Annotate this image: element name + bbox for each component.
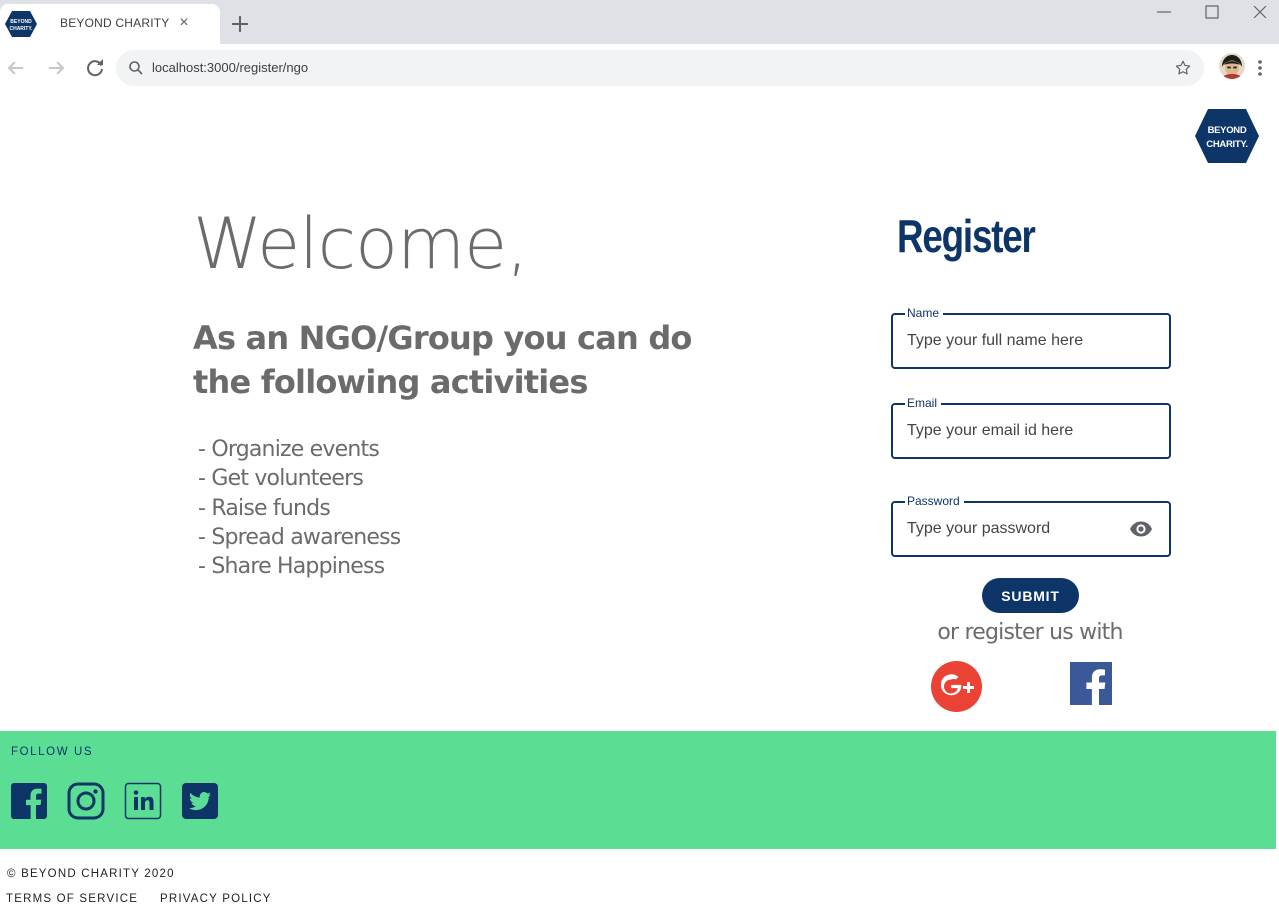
footer-facebook-icon[interactable] bbox=[10, 782, 48, 820]
instagram-icon[interactable] bbox=[67, 782, 105, 820]
reload-icon[interactable] bbox=[84, 57, 106, 79]
logo-line-1: BEYOND bbox=[1208, 125, 1247, 136]
activity-item: - Get volunteers bbox=[198, 466, 364, 492]
activity-item: - Organize events bbox=[198, 437, 380, 462]
star-icon[interactable] bbox=[1174, 59, 1192, 77]
name-label: Name bbox=[905, 306, 944, 320]
activity-item: - Share Happiness bbox=[198, 554, 385, 580]
copyright-text: © BEYOND CHARITY 2020 bbox=[7, 868, 175, 880]
profile-avatar[interactable] bbox=[1219, 53, 1245, 79]
email-field: Email bbox=[891, 396, 1171, 459]
password-field: Password bbox=[891, 494, 1171, 557]
terms-of-service-link[interactable]: TERMS OF SERVICE bbox=[6, 893, 138, 905]
logo-line-2: CHARITY. bbox=[1206, 139, 1247, 150]
facebook-icon[interactable] bbox=[1070, 662, 1112, 705]
follow-us-label: FOLLOW US bbox=[11, 746, 94, 758]
name-field: Name bbox=[891, 306, 1171, 369]
google-plus-icon[interactable] bbox=[931, 661, 982, 712]
svg-text:BEYOND: BEYOND bbox=[10, 19, 32, 25]
linkedin-icon[interactable] bbox=[124, 782, 162, 820]
alt-register-text: or register us with bbox=[937, 620, 1123, 645]
site-logo[interactable]: BEYOND CHARITY. bbox=[1194, 108, 1260, 164]
close-window-icon[interactable] bbox=[1244, 2, 1276, 26]
name-input[interactable] bbox=[907, 332, 1127, 350]
menu-dots-icon[interactable] bbox=[1250, 57, 1270, 79]
activity-item: - Raise funds bbox=[198, 495, 331, 521]
twitter-icon[interactable] bbox=[181, 782, 219, 820]
eye-icon[interactable] bbox=[1129, 518, 1153, 540]
register-title: Register bbox=[897, 210, 1036, 262]
activity-item: - Spread awareness bbox=[198, 524, 401, 550]
activities-subheading: As an NGO/Group you can do the following… bbox=[193, 319, 692, 401]
browser-toolbar: localhost:3000/register/ngo bbox=[0, 44, 1279, 91]
footer-social-band: FOLLOW US bbox=[0, 731, 1276, 849]
url-text: localhost:3000/register/ngo bbox=[152, 60, 309, 75]
new-tab-icon[interactable] bbox=[228, 12, 252, 36]
submit-button[interactable]: SUBMIT bbox=[982, 578, 1079, 613]
forward-icon[interactable] bbox=[45, 57, 67, 79]
password-input[interactable] bbox=[907, 520, 1127, 538]
password-label: Password bbox=[905, 494, 964, 508]
search-icon bbox=[129, 61, 143, 75]
svg-text:CHARITY.: CHARITY. bbox=[9, 26, 33, 32]
email-label: Email bbox=[905, 396, 942, 410]
tab-close-icon[interactable]: × bbox=[176, 15, 192, 31]
browser-tab[interactable]: BEYOND CHARITY. BEYOND CHARITY × bbox=[0, 4, 220, 44]
address-bar[interactable]: localhost:3000/register/ngo bbox=[116, 50, 1204, 86]
email-input[interactable] bbox=[907, 422, 1127, 440]
back-icon[interactable] bbox=[5, 57, 27, 79]
welcome-heading: Welcome, bbox=[193, 203, 528, 285]
minimize-icon[interactable] bbox=[1148, 2, 1180, 26]
privacy-policy-link[interactable]: PRIVACY POLICY bbox=[160, 893, 272, 905]
activities-list: - Organize events - Get volunteers - Rai… bbox=[198, 435, 401, 581]
browser-favicon: BEYOND CHARITY. bbox=[5, 11, 37, 37]
maximize-icon[interactable] bbox=[1196, 2, 1228, 26]
browser-tabbar: BEYOND CHARITY. BEYOND CHARITY × bbox=[0, 0, 1279, 44]
tab-title: BEYOND CHARITY bbox=[60, 16, 170, 30]
page-content: BEYOND CHARITY. Welcome, As an NGO/Group… bbox=[0, 91, 1279, 908]
